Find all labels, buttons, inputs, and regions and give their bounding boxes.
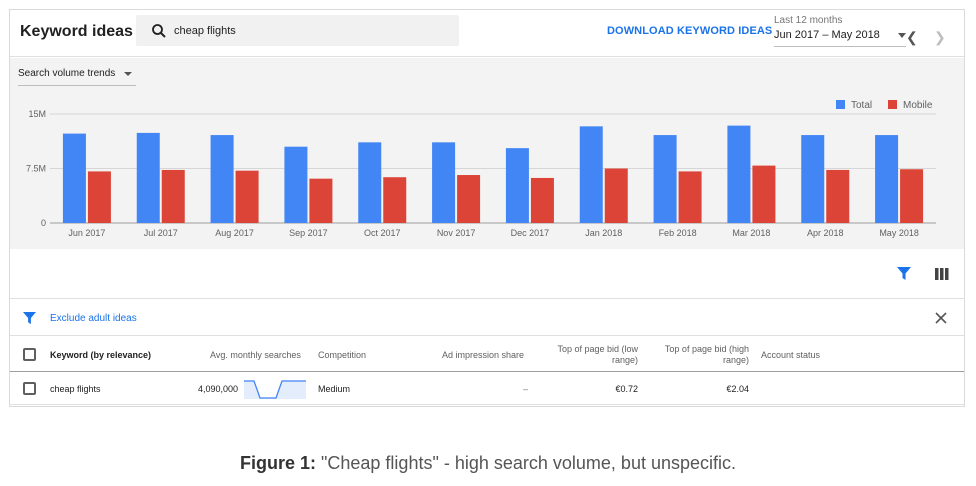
x-tick-label: Oct 2017 [364, 228, 401, 238]
close-icon[interactable] [934, 311, 948, 325]
bar-mobile-may-2018 [900, 169, 924, 223]
competition-cell: Medium [318, 384, 351, 394]
avg-monthly-searches-cell: 4,090,000 [197, 384, 238, 394]
bid-high-cell: €2.04 [726, 384, 749, 394]
y-tick-label: 7.5M [26, 164, 46, 174]
search-box[interactable] [136, 15, 459, 46]
search-volume-chart: 15M 7.5M 0 Jun 2017 Jul 2017 Aug 2017 Sep 2017… [26, 100, 936, 238]
select-all-checkbox[interactable] [23, 348, 36, 361]
columns-icon[interactable] [935, 268, 949, 280]
table-toolbar [10, 249, 964, 299]
filter-icon[interactable] [897, 267, 911, 281]
x-tick-label: May 2018 [879, 228, 919, 238]
trend-select-label: Search volume trends [18, 68, 116, 79]
filter-icon [23, 312, 36, 325]
legend-label-total: Total [851, 100, 872, 111]
y-tick-label: 0 [41, 218, 46, 228]
chart-panel: 15M 7.5M 0 Jun 2017 Jul 2017 Aug 2017 Sep 2017… [10, 58, 964, 249]
legend-label-mobile: Mobile [903, 100, 933, 111]
table-header: Keyword (by relevance) Avg. monthly sear… [10, 337, 964, 372]
x-tick-label: Jan 2018 [585, 228, 622, 238]
x-tick-label: Mar 2018 [732, 228, 770, 238]
figure-caption: Figure 1: "Cheap flights" - high search … [0, 453, 976, 474]
column-header-ad-impression-share[interactable]: Ad impression share [442, 350, 524, 361]
x-tick-label: Nov 2017 [437, 228, 476, 238]
date-range-text: Jun 2017 – May 2018 [774, 29, 880, 41]
bar-total-apr-2018 [801, 135, 825, 223]
bar-mobile-mar-2018 [752, 165, 776, 223]
bar-mobile-nov-2017 [457, 175, 481, 223]
trend-select[interactable]: Search volume trends [18, 68, 136, 86]
x-tick-label: Jul 2017 [144, 228, 178, 238]
keyword-planner-panel: Keyword ideas DOWNLOAD KEYWORD IDEAS Las… [9, 9, 965, 407]
bar-total-aug-2017 [210, 135, 234, 223]
bar-total-mar-2018 [727, 125, 751, 223]
column-header-bid-low[interactable]: Top of page bid (low range) [550, 344, 638, 366]
x-tick-label: Sep 2017 [289, 228, 328, 238]
table-row: cheap flights 4,090,000 Medium – €0.72 €… [10, 373, 964, 405]
figure-caption-label: Figure 1: [239, 453, 316, 473]
column-header-avg-monthly-searches[interactable]: Avg. monthly searches [210, 350, 301, 361]
column-header-account-status[interactable]: Account status [761, 350, 820, 361]
search-icon [152, 24, 166, 38]
x-tick-label: Dec 2017 [511, 228, 550, 238]
exclude-adult-ideas-filter[interactable]: Exclude adult ideas [50, 313, 137, 324]
bar-total-may-2018 [875, 135, 899, 223]
search-input[interactable] [174, 15, 444, 46]
bar-total-jul-2017 [136, 132, 160, 223]
keyword-cell[interactable]: cheap flights [50, 384, 101, 394]
chevron-down-icon [124, 72, 132, 76]
row-checkbox[interactable] [23, 382, 36, 395]
column-header-keyword[interactable]: Keyword (by relevance) [50, 350, 151, 361]
x-tick-label: Jun 2017 [68, 228, 105, 238]
bar-total-nov-2017 [432, 142, 456, 223]
y-tick-label: 15M [28, 109, 46, 119]
bar-mobile-sep-2017 [309, 178, 333, 223]
x-tick-label: Apr 2018 [807, 228, 844, 238]
monthly-trend-sparkline [244, 380, 306, 399]
header-bar: Keyword ideas DOWNLOAD KEYWORD IDEAS Las… [10, 10, 964, 57]
previous-period-button[interactable]: ❮ [906, 29, 918, 46]
bar-mobile-jul-2017 [161, 169, 185, 223]
bar-total-dec-2017 [505, 148, 529, 223]
bar-mobile-aug-2017 [235, 170, 259, 223]
filter-row: Exclude adult ideas [10, 300, 964, 336]
bar-total-jun-2017 [62, 133, 86, 223]
bar-total-feb-2018 [653, 135, 677, 223]
x-tick-label: Aug 2017 [215, 228, 254, 238]
date-range-value[interactable]: Jun 2017 – May 2018 [774, 29, 906, 47]
bid-low-cell: €0.72 [615, 384, 638, 394]
bar-mobile-jun-2017 [87, 171, 111, 223]
download-keyword-ideas-button[interactable]: DOWNLOAD KEYWORD IDEAS [607, 25, 772, 37]
chevron-down-icon [898, 33, 906, 38]
bar-total-sep-2017 [284, 146, 308, 223]
column-header-competition[interactable]: Competition [318, 350, 366, 361]
legend-swatch-mobile [888, 100, 897, 109]
bar-mobile-dec-2017 [530, 177, 554, 223]
next-period-button[interactable]: ❯ [934, 29, 946, 46]
column-header-bid-high[interactable]: Top of page bid (high range) [657, 344, 749, 366]
bar-mobile-feb-2018 [678, 171, 702, 223]
bar-total-oct-2017 [358, 142, 382, 223]
page-title: Keyword ideas [20, 23, 133, 40]
ad-impression-share-cell: – [522, 384, 528, 394]
bar-total-jan-2018 [579, 126, 603, 223]
bar-mobile-jan-2018 [604, 168, 628, 223]
x-tick-label: Feb 2018 [659, 228, 697, 238]
date-range-select[interactable]: Last 12 months Jun 2017 – May 2018 [774, 15, 906, 47]
figure-caption-text: "Cheap flights" - high search volume, bu… [316, 453, 736, 473]
bar-mobile-apr-2018 [826, 169, 850, 223]
date-range-label: Last 12 months [774, 15, 843, 26]
legend-swatch-total [836, 100, 845, 109]
bar-mobile-oct-2017 [383, 177, 407, 223]
